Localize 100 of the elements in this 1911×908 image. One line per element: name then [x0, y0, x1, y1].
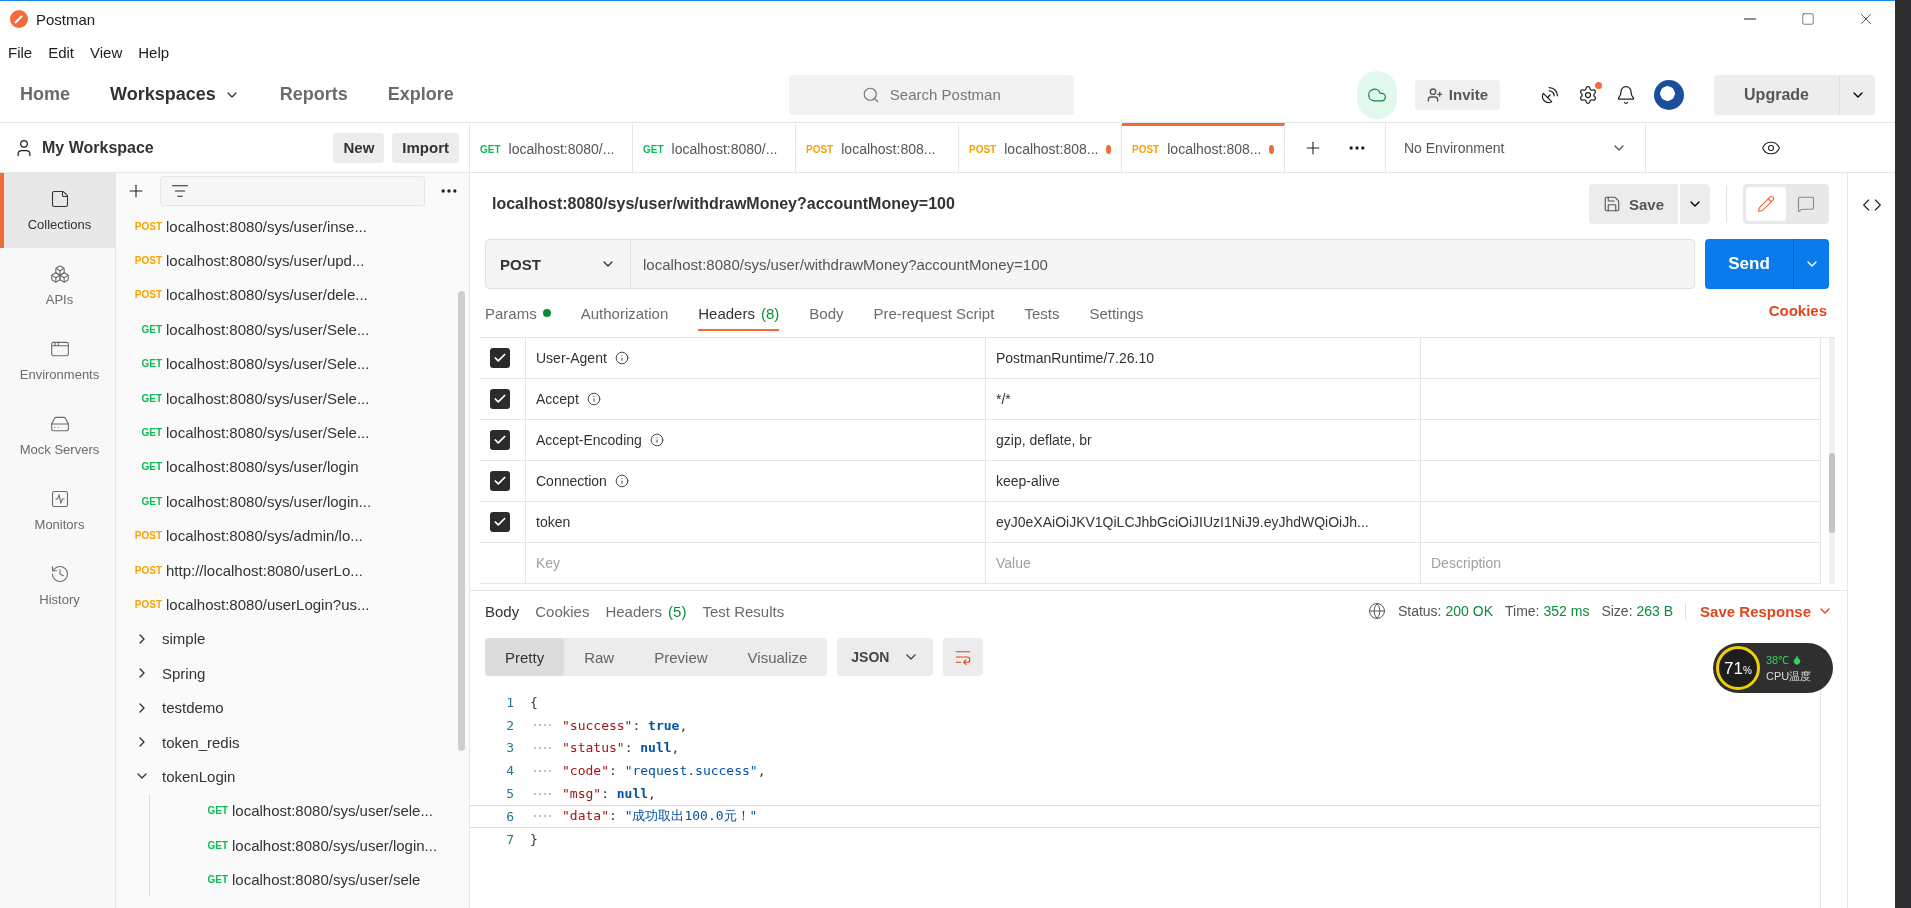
request-item[interactable]: POST http://localhost:8080/userLo... — [116, 552, 451, 588]
table-cell: gzip, deflate, br — [986, 420, 1421, 460]
cpu-percent: 71 — [1724, 659, 1743, 679]
view-mode-tab[interactable]: Preview — [634, 638, 728, 676]
scrollbar[interactable] — [458, 291, 465, 751]
save-response-button[interactable]: Save Response — [1685, 602, 1833, 620]
request-section-tab[interactable]: Headers (8) — [698, 297, 780, 331]
request-item[interactable]: GET localhost:8080/sys/user/sele — [149, 862, 451, 897]
response-tab[interactable]: Body — [485, 602, 520, 620]
table-cell: eyJ0eXAiOiJKV1QiLCJhbGciOiJIUzI1NiJ9.eyJhdWQiOiJh... — [986, 502, 1421, 542]
edit-button[interactable] — [1746, 187, 1786, 221]
drop-icon — [1792, 654, 1803, 665]
rail-item[interactable]: Monitors — [0, 473, 115, 548]
rail-item[interactable]: History — [0, 548, 115, 623]
app-logo-icon — [10, 10, 28, 28]
search-field[interactable]: Search Postman — [788, 74, 1074, 115]
response-tab[interactable]: Headers (5) — [605, 602, 687, 620]
view-mode-tab[interactable]: Raw — [564, 638, 635, 676]
info-icon[interactable] — [649, 433, 664, 447]
request-item[interactable]: GET localhost:8080/sys/user/Sele... — [116, 380, 451, 416]
nav-item[interactable]: Reports — [279, 84, 348, 105]
environment-select[interactable]: No Environment — [1386, 123, 1646, 172]
view-mode-tab[interactable]: Pretty — [485, 638, 565, 676]
request-section-tab[interactable]: Settings — [1089, 297, 1144, 331]
nav-item[interactable]: Explore — [387, 84, 454, 105]
request-item[interactable]: POST localhost:8080/userLogin?us... — [116, 587, 451, 622]
view-mode-tab[interactable]: Visualize — [727, 638, 828, 676]
line-number: 4 — [505, 763, 515, 779]
invite-button[interactable]: Invite — [1414, 79, 1500, 110]
window-icon — [49, 339, 70, 359]
code-line: "msg": null, — [562, 786, 656, 802]
folder-item[interactable]: token_redis — [116, 724, 451, 760]
nav-item[interactable]: Workspaces — [110, 84, 240, 105]
checkbox[interactable] — [490, 471, 510, 491]
sync-status-button[interactable] — [1356, 70, 1397, 119]
wrap-lines-button[interactable] — [943, 638, 984, 676]
format-select[interactable]: JSON — [837, 638, 934, 676]
response-tab[interactable]: Cookies — [535, 602, 590, 620]
comment-icon — [1797, 195, 1815, 213]
filter-icon — [171, 182, 189, 200]
code-line: "success": true, — [562, 717, 688, 733]
request-item[interactable]: GET localhost:8080/sys/user/Sele... — [116, 346, 451, 381]
info-icon[interactable] — [586, 392, 601, 406]
rail-item[interactable]: Environments — [0, 323, 115, 398]
request-item[interactable]: GET localhost:8080/sys/user/login — [116, 449, 451, 485]
checkbox[interactable] — [490, 430, 510, 450]
folder-item[interactable]: simple — [116, 621, 451, 657]
checkbox[interactable] — [490, 389, 510, 409]
workspace-button[interactable]: New — [333, 132, 385, 163]
cpu-label: CPU温度 — [1766, 669, 1812, 684]
save-button[interactable]: Save — [1588, 184, 1678, 224]
request-item[interactable]: POST localhost:8080/sys/user/upd... — [116, 243, 451, 278]
avatar[interactable] — [1654, 79, 1684, 110]
notifications-icon[interactable] — [1616, 84, 1636, 105]
status-text: Status: 200 OK — [1397, 603, 1493, 619]
request-item[interactable]: GET localhost:8080/sys/user/login... — [149, 828, 451, 863]
request-section-tab[interactable]: Pre-request Script — [873, 297, 995, 331]
workspace-button[interactable]: Import — [392, 132, 459, 163]
maximize-icon — [1801, 12, 1815, 26]
satellite-dish-icon[interactable] — [1540, 84, 1560, 105]
line-number: 7 — [505, 831, 515, 847]
save-dropdown-button[interactable] — [1680, 184, 1710, 224]
folder-item[interactable]: tokenLogin — [116, 759, 451, 794]
menu-item[interactable]: View — [90, 43, 123, 61]
request-section-tab[interactable]: Body — [809, 297, 844, 331]
request-section-tab[interactable]: Params — [485, 297, 551, 331]
pencil-icon — [1757, 195, 1775, 213]
menu-item[interactable]: Help — [138, 43, 170, 61]
cookies-link[interactable]: Cookies — [1768, 301, 1827, 319]
menu-item[interactable]: File — [8, 43, 33, 61]
table-cell: Connection — [536, 473, 607, 489]
info-icon[interactable] — [614, 351, 629, 365]
folder-item[interactable]: Spring — [116, 656, 451, 691]
nav-item[interactable]: Home — [20, 84, 70, 105]
request-item[interactable]: GET localhost:8080/sys/user/login... — [116, 484, 451, 519]
filter-field[interactable] — [160, 176, 425, 206]
scrollbar[interactable] — [1829, 453, 1835, 533]
request-item[interactable]: POST localhost:8080/sys/user/dele... — [116, 277, 451, 313]
check-icon — [493, 351, 507, 365]
request-item[interactable]: POST localhost:8080/sys/user/inse... — [116, 209, 451, 244]
rail-item[interactable]: APIs — [0, 248, 115, 323]
checkbox[interactable] — [490, 512, 510, 532]
info-icon[interactable] — [614, 474, 629, 488]
table-cell: PostmanRuntime/7.26.10 — [986, 338, 1421, 378]
request-item[interactable]: GET localhost:8080/sys/user/sele... — [149, 793, 451, 829]
menu-item[interactable]: Edit — [48, 43, 75, 61]
globe-icon[interactable] — [1367, 602, 1386, 620]
rail-item[interactable]: Mock Servers — [0, 398, 115, 473]
checkbox[interactable] — [490, 348, 510, 368]
response-tab[interactable]: Test Results — [702, 602, 785, 620]
request-item[interactable]: GET localhost:8080/sys/user/Sele... — [116, 415, 451, 450]
request-section-tab[interactable]: Authorization — [580, 297, 669, 331]
rail-item[interactable]: Collections — [0, 173, 115, 248]
server-icon — [49, 414, 70, 434]
request-tab[interactable]: POST localhost:808... — [1122, 123, 1285, 172]
request-item[interactable]: GET localhost:8080/sys/user/Sele... — [116, 312, 451, 347]
folder-item[interactable]: testdemo — [116, 690, 451, 725]
request-section-tab[interactable]: Tests — [1024, 297, 1060, 331]
request-item[interactable]: POST localhost:8080/sys/admin/lo... — [116, 518, 451, 553]
code-line: } — [530, 831, 538, 847]
